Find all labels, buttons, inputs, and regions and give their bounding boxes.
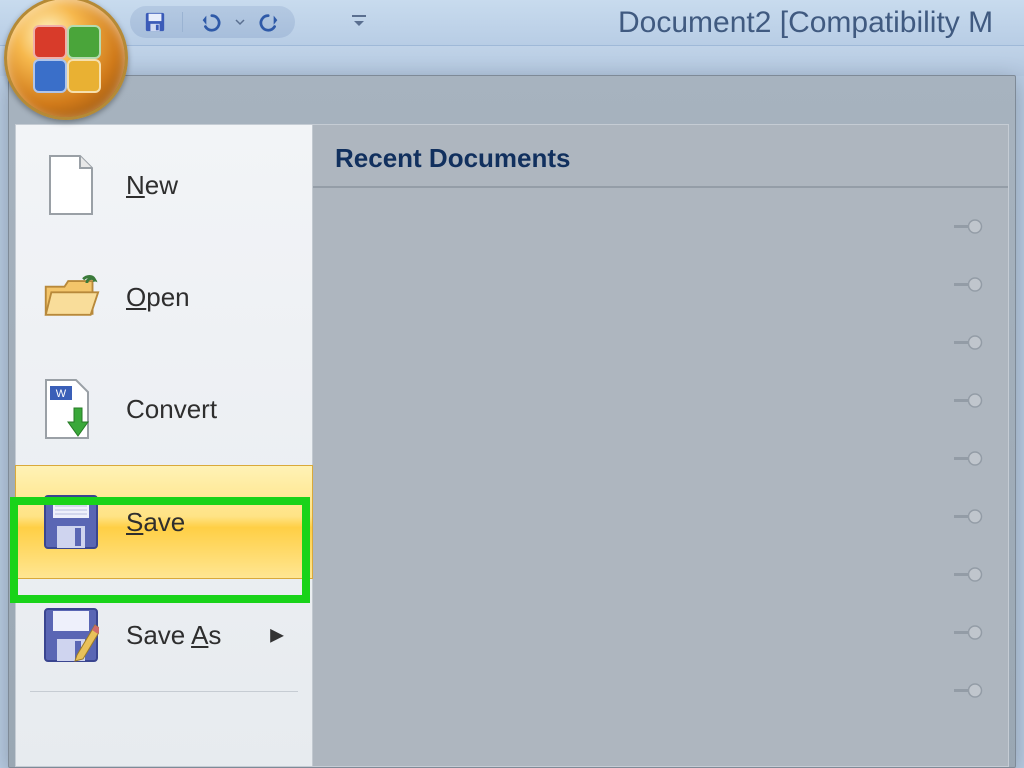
recent-document-row[interactable]: [313, 198, 1008, 256]
dropdown-icon[interactable]: [235, 11, 245, 33]
menu-item-label: New: [126, 170, 178, 201]
office-button[interactable]: [4, 0, 128, 120]
recent-document-row[interactable]: [313, 604, 1008, 662]
pin-icon[interactable]: [954, 216, 984, 238]
save-as-icon: [42, 606, 100, 664]
menu-item-label: Save: [126, 507, 185, 538]
recent-document-row[interactable]: [313, 488, 1008, 546]
open-folder-icon: [42, 268, 100, 326]
customize-qat-icon[interactable]: [350, 12, 368, 30]
window-title: Document2 [Compatibility M: [618, 6, 993, 40]
recent-document-row[interactable]: [313, 256, 1008, 314]
recent-document-row[interactable]: [313, 314, 1008, 372]
recent-documents-heading: Recent Documents: [313, 125, 1008, 186]
office-menu-panel: New Open W Convert Save: [8, 75, 1016, 768]
pin-icon[interactable]: [954, 332, 984, 354]
titlebar: Document2 [Compatibility M: [0, 0, 1024, 46]
svg-text:W: W: [56, 388, 67, 400]
new-document-icon: [42, 156, 100, 214]
office-logo-icon: [33, 25, 99, 91]
quick-access-toolbar: [130, 6, 295, 38]
menu-item-open[interactable]: Open: [16, 241, 312, 353]
recent-documents-list: [313, 188, 1008, 720]
recent-document-row[interactable]: [313, 430, 1008, 488]
pin-icon[interactable]: [954, 506, 984, 528]
pin-icon[interactable]: [954, 390, 984, 412]
pin-icon[interactable]: [954, 274, 984, 296]
pin-icon[interactable]: [954, 448, 984, 470]
menu-item-convert[interactable]: W Convert: [16, 353, 312, 465]
menu-item-label: Open: [126, 282, 190, 313]
pin-icon[interactable]: [954, 680, 984, 702]
recent-document-row[interactable]: [313, 546, 1008, 604]
menu-command-list: New Open W Convert Save: [16, 125, 313, 766]
menu-item-new[interactable]: New: [16, 129, 312, 241]
pin-icon[interactable]: [954, 622, 984, 644]
menu-item-label: Convert: [126, 394, 217, 425]
submenu-arrow-icon: ▶: [270, 625, 284, 646]
recent-document-row[interactable]: [313, 372, 1008, 430]
separator: [182, 12, 183, 32]
menu-separator: [30, 691, 298, 692]
convert-icon: W: [42, 380, 100, 438]
pin-icon[interactable]: [954, 564, 984, 586]
menu-item-save-as[interactable]: Save As ▶: [16, 579, 312, 691]
menu-item-save[interactable]: Save: [15, 465, 313, 579]
redo-icon[interactable]: [259, 11, 281, 33]
save-icon: [42, 493, 100, 551]
ribbon-tab-strip: [0, 46, 1024, 76]
recent-document-row[interactable]: [313, 662, 1008, 720]
undo-icon[interactable]: [199, 11, 221, 33]
menu-item-label: Save As: [126, 620, 221, 651]
recent-documents-panel: Recent Documents: [313, 125, 1008, 766]
save-icon[interactable]: [144, 11, 166, 33]
